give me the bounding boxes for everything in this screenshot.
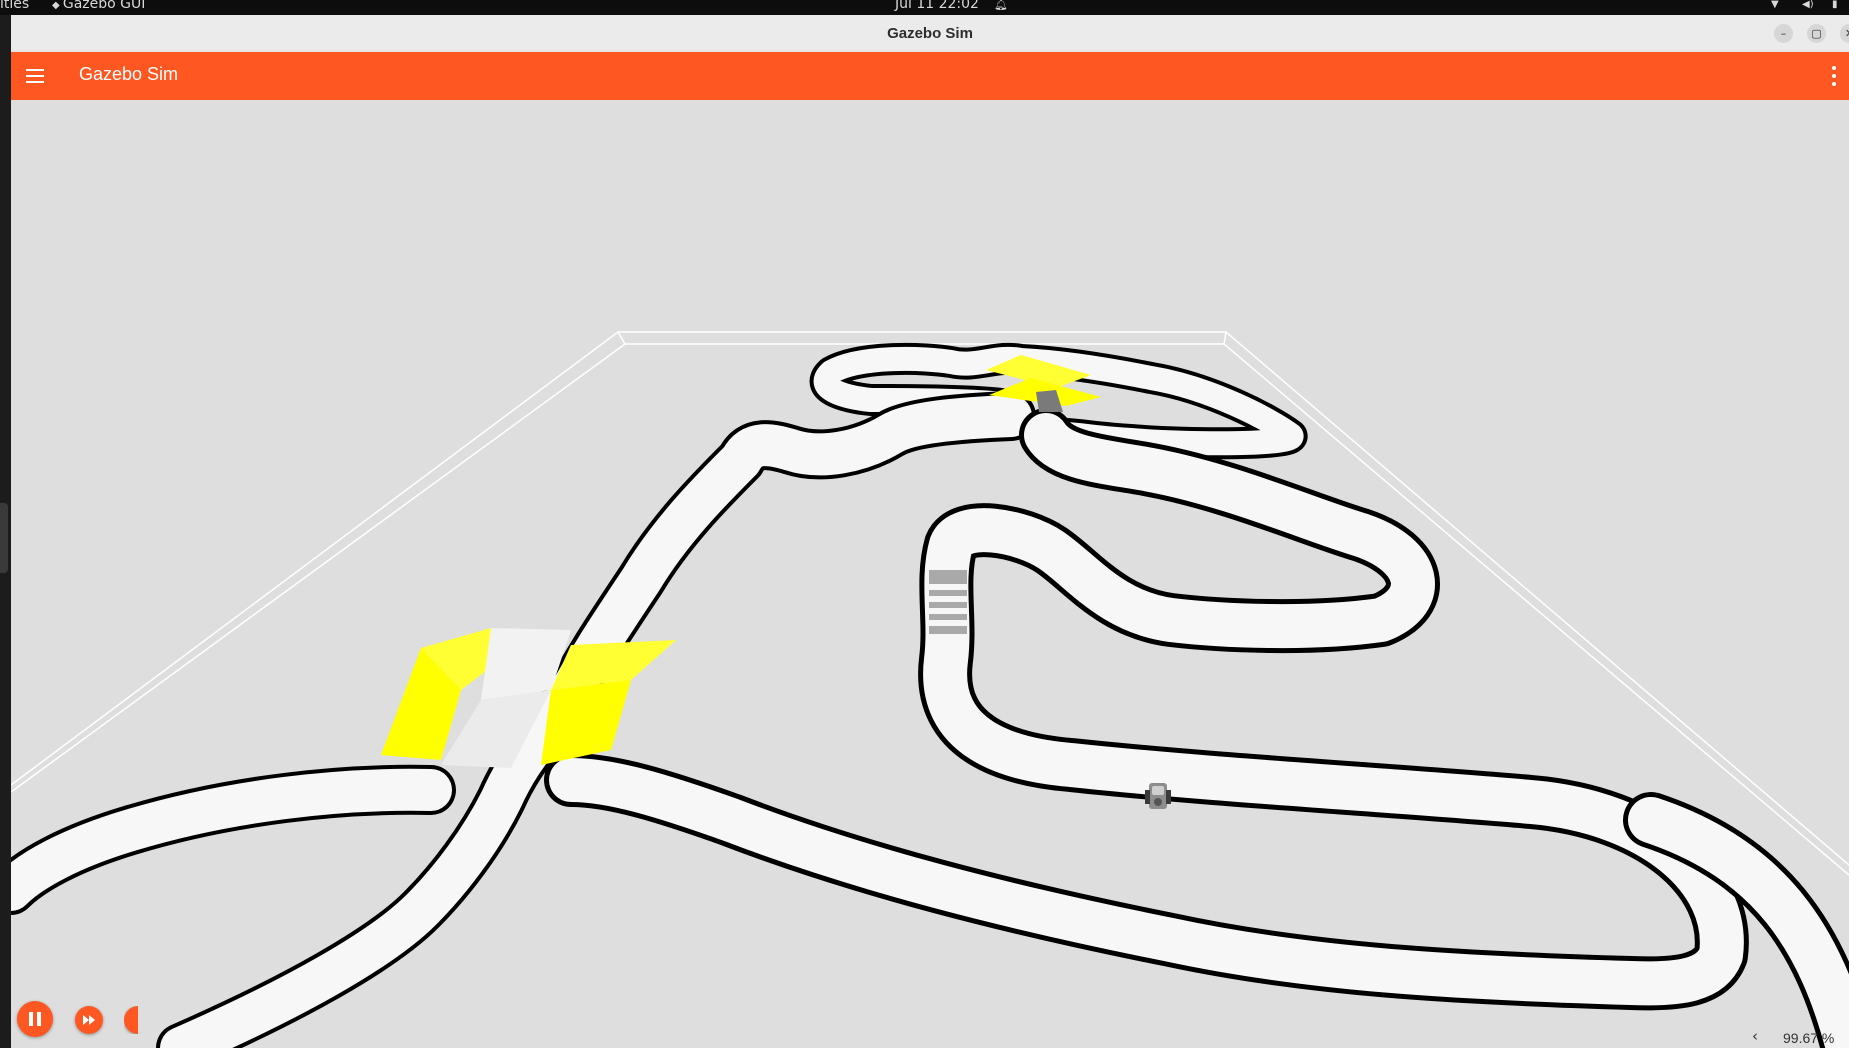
stats-toggle-button[interactable]: ‹ bbox=[1752, 1027, 1758, 1045]
gazebo-app-icon: ◆ bbox=[52, 0, 63, 11]
play-pause-button[interactable] bbox=[17, 1001, 53, 1037]
app-menu-label: Gazebo GUI bbox=[62, 0, 146, 12]
fast-forward-icon bbox=[83, 1015, 95, 1025]
maximize-icon: ▢ bbox=[1811, 27, 1822, 40]
clock[interactable]: Jul 11 22:02 bbox=[895, 0, 979, 11]
maximize-button[interactable]: ▢ bbox=[1807, 24, 1826, 43]
app-toolbar: Gazebo Sim bbox=[11, 52, 1849, 100]
volume-icon[interactable]: ◀) bbox=[1802, 0, 1814, 10]
more-vert-icon[interactable] bbox=[1828, 64, 1840, 88]
pause-icon bbox=[29, 1012, 41, 1026]
system-top-bar: ities ◆ Gazebo GUI Jul 11 22:02 🔔︎ ▼ ◀) … bbox=[0, 0, 1849, 15]
close-icon: ✕ bbox=[1845, 27, 1849, 40]
notification-bell-icon[interactable]: 🔔︎ bbox=[994, 0, 1008, 10]
minimize-button[interactable]: – bbox=[1774, 24, 1793, 43]
3d-scene-viewport[interactable] bbox=[11, 100, 1849, 1048]
activities-button[interactable]: ities bbox=[0, 0, 29, 11]
app-menu[interactable]: ◆ Gazebo GUI bbox=[52, 0, 146, 12]
gazebo-window: Gazebo Sim – ▢ ✕ Gazebo Sim bbox=[11, 15, 1849, 1048]
window-title: Gazebo Sim bbox=[887, 25, 973, 42]
window-titlebar[interactable]: Gazebo Sim – ▢ ✕ bbox=[11, 15, 1849, 53]
network-icon[interactable]: ▼ bbox=[1771, 0, 1779, 10]
minimize-icon: – bbox=[1780, 27, 1787, 40]
hamburger-menu-icon[interactable] bbox=[23, 64, 47, 88]
dock bbox=[0, 15, 11, 1048]
step-button[interactable] bbox=[75, 1006, 103, 1034]
app-title: Gazebo Sim bbox=[79, 64, 179, 84]
dock-scroll-handle[interactable] bbox=[0, 503, 8, 573]
real-time-factor: 99.67 % bbox=[1783, 1030, 1835, 1046]
battery-icon[interactable]: ▮ bbox=[1832, 0, 1838, 10]
